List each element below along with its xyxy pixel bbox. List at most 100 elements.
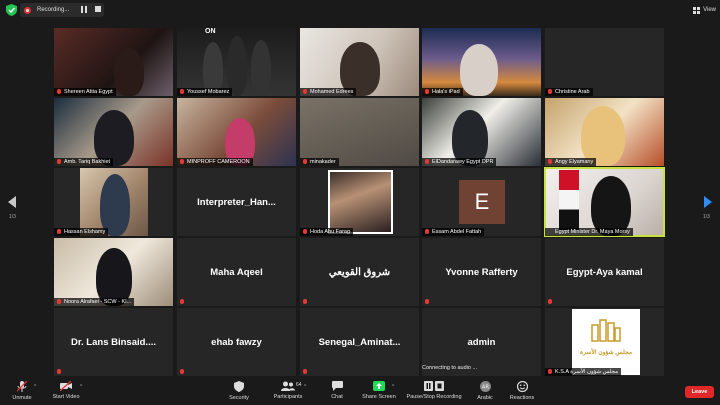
participant-name: Interpreter_Han... — [197, 196, 276, 208]
security-button[interactable]: Security — [224, 376, 254, 405]
reactions-label: Reactions — [509, 395, 535, 401]
shield-icon[interactable] — [6, 4, 17, 16]
participant-tile[interactable]: ehab fawzy — [177, 308, 296, 376]
participant-tile[interactable]: Noora Alrafaei - SCW - KI... — [54, 238, 173, 306]
start-video-button[interactable]: Start Video — [48, 376, 84, 405]
pause-stop-icon — [424, 381, 444, 391]
view-label: View — [703, 7, 716, 13]
next-page-arrow-icon[interactable] — [704, 196, 712, 208]
unmute-label: Unmute — [12, 395, 32, 401]
muted-mic-icon — [57, 229, 61, 234]
pause-stop-recording-button[interactable]: Pause/Stop Recording — [404, 376, 464, 405]
participant-tile[interactable]: ElDandarawy Egypt DPR — [422, 98, 541, 166]
share-screen-button[interactable]: Share Screen — [360, 376, 398, 405]
recording-dot-icon — [24, 6, 31, 14]
egypt-flag — [559, 170, 579, 230]
participant-tile[interactable]: Egypt-Aya kamal — [545, 238, 664, 306]
participant-tile[interactable]: minakader — [300, 98, 419, 166]
meeting-toolbar: Unmute ^ Start Video ^ Security Particip… — [0, 376, 720, 405]
participants-count: 64 — [296, 382, 302, 388]
participant-name: minakader — [310, 159, 336, 165]
video-options-caret-icon[interactable]: ^ — [80, 384, 82, 390]
top-bar: Recording... View — [0, 0, 720, 20]
share-options-caret-icon[interactable]: ^ — [392, 384, 394, 390]
participant-tile[interactable]: Shereen Attia Egypt — [54, 28, 173, 96]
participant-tile[interactable]: Maha Aqeel — [177, 238, 296, 306]
logo-text: مجلس شؤون الأسرة — [579, 350, 633, 356]
participant-tile[interactable]: Interpreter_Han... — [177, 168, 296, 236]
participant-tile[interactable]: E Essam Abdel Fattah — [422, 168, 541, 236]
svg-text:AR: AR — [482, 385, 489, 391]
participant-tile[interactable]: شروق القويعي — [300, 238, 419, 306]
muted-mic-icon — [548, 299, 552, 304]
participant-tile[interactable]: Hoda Abu Farag — [300, 168, 419, 236]
pause-recording-icon[interactable] — [81, 6, 87, 13]
participant-name: Noora Alrafaei - SCW - KI... — [64, 299, 132, 305]
interpretation-button[interactable]: AR Arabic — [472, 376, 498, 405]
participant-name: Mohamed Edrees — [310, 89, 354, 95]
participants-icon — [281, 381, 295, 391]
participant-name: MINPROFF CAMEROON — [187, 159, 250, 165]
arabic-label: Arabic — [477, 395, 493, 401]
leave-button[interactable]: Leave — [685, 386, 714, 398]
participant-name: Hoda Abu Farag — [310, 229, 351, 235]
page-indicator-left: 1/3 — [9, 214, 16, 220]
participant-name: Shereen Attia Egypt — [64, 89, 113, 95]
participant-tile[interactable]: Amb. Tariq Bakhiet — [54, 98, 173, 166]
participant-tile[interactable]: Christine Arab — [545, 28, 664, 96]
muted-mic-icon — [425, 159, 429, 164]
participant-tile[interactable]: مجلس شؤون الأسرة K.S.A مجلس شؤون الأسرة — [545, 308, 664, 376]
active-speaker-tile[interactable]: Egypt Minister Dr. Maya Morsy — [544, 167, 665, 237]
participant-name: ehab fawzy — [211, 336, 262, 348]
participant-tile[interactable]: Hala's iPad — [422, 28, 541, 96]
chat-label: Chat — [331, 394, 343, 400]
previous-page-arrow-icon[interactable] — [8, 196, 16, 208]
muted-mic-icon — [57, 299, 61, 304]
grid-view-icon — [693, 6, 701, 14]
muted-mic-icon — [425, 229, 429, 234]
participant-name: Angy Elyamany — [555, 159, 594, 165]
participant-name: K.S.A مجلس شؤون الأسرة — [555, 369, 619, 375]
audio-options-caret-icon[interactable]: ^ — [34, 384, 36, 390]
participant-name: شروق القويعي — [328, 266, 391, 278]
avatar: E — [459, 180, 505, 224]
chat-button[interactable]: Chat — [326, 376, 348, 405]
video-off-icon — [60, 381, 72, 391]
participant-name: Senegal_Aminat... — [318, 336, 401, 348]
pause-stop-recording-label: Pause/Stop Recording — [406, 394, 462, 400]
muted-mic-icon — [303, 89, 307, 94]
view-button[interactable]: View — [690, 3, 716, 17]
muted-mic-icon — [303, 159, 307, 164]
participant-tile[interactable]: Dr. Lans Binsaid.... — [54, 308, 173, 376]
participant-name: Hala's iPad — [432, 89, 460, 95]
participant-tile[interactable]: Yvonne Rafferty — [422, 238, 541, 306]
muted-mic-icon — [425, 299, 429, 304]
participant-name: Dr. Lans Binsaid.... — [71, 336, 156, 348]
participant-tile[interactable]: Senegal_Aminat... — [300, 308, 419, 376]
security-shield-icon — [234, 381, 244, 392]
participants-button[interactable]: Participants — [270, 376, 306, 405]
stop-recording-icon[interactable] — [95, 6, 101, 12]
muted-mic-icon — [57, 159, 61, 164]
unmute-button[interactable]: Unmute — [6, 376, 38, 405]
muted-mic-icon — [303, 229, 307, 234]
reactions-button[interactable]: Reactions — [506, 376, 538, 405]
participant-tile[interactable]: Mohamed Edrees — [300, 28, 419, 96]
participant-tile[interactable]: Angy Elyamany — [545, 98, 664, 166]
participant-tile[interactable]: Hassan Elshamy — [54, 168, 173, 236]
family-council-logo-icon — [591, 319, 621, 342]
participant-name: Yvonne Rafferty — [445, 266, 518, 278]
participants-options-caret-icon[interactable]: ^ — [304, 384, 306, 390]
participant-name: Youssef Mobarez — [187, 89, 230, 95]
recording-indicator: Recording... — [20, 3, 104, 17]
participant-name: Egypt Minister Dr. Maya Morsy — [555, 229, 630, 235]
participant-tile[interactable]: MINPROFF CAMEROON — [177, 98, 296, 166]
muted-microphone-icon — [17, 381, 27, 392]
participant-tile[interactable]: ON Youssef Mobarez — [177, 28, 296, 96]
profile-photo — [328, 170, 393, 234]
muted-mic-icon — [57, 369, 61, 374]
zoom-meeting-window: Recording... View 1/3 1/3 Shereen Attia … — [0, 0, 720, 405]
participants-label: Participants — [273, 394, 303, 400]
participant-name: Maha Aqeel — [210, 266, 263, 278]
share-screen-label: Share Screen — [362, 394, 396, 400]
